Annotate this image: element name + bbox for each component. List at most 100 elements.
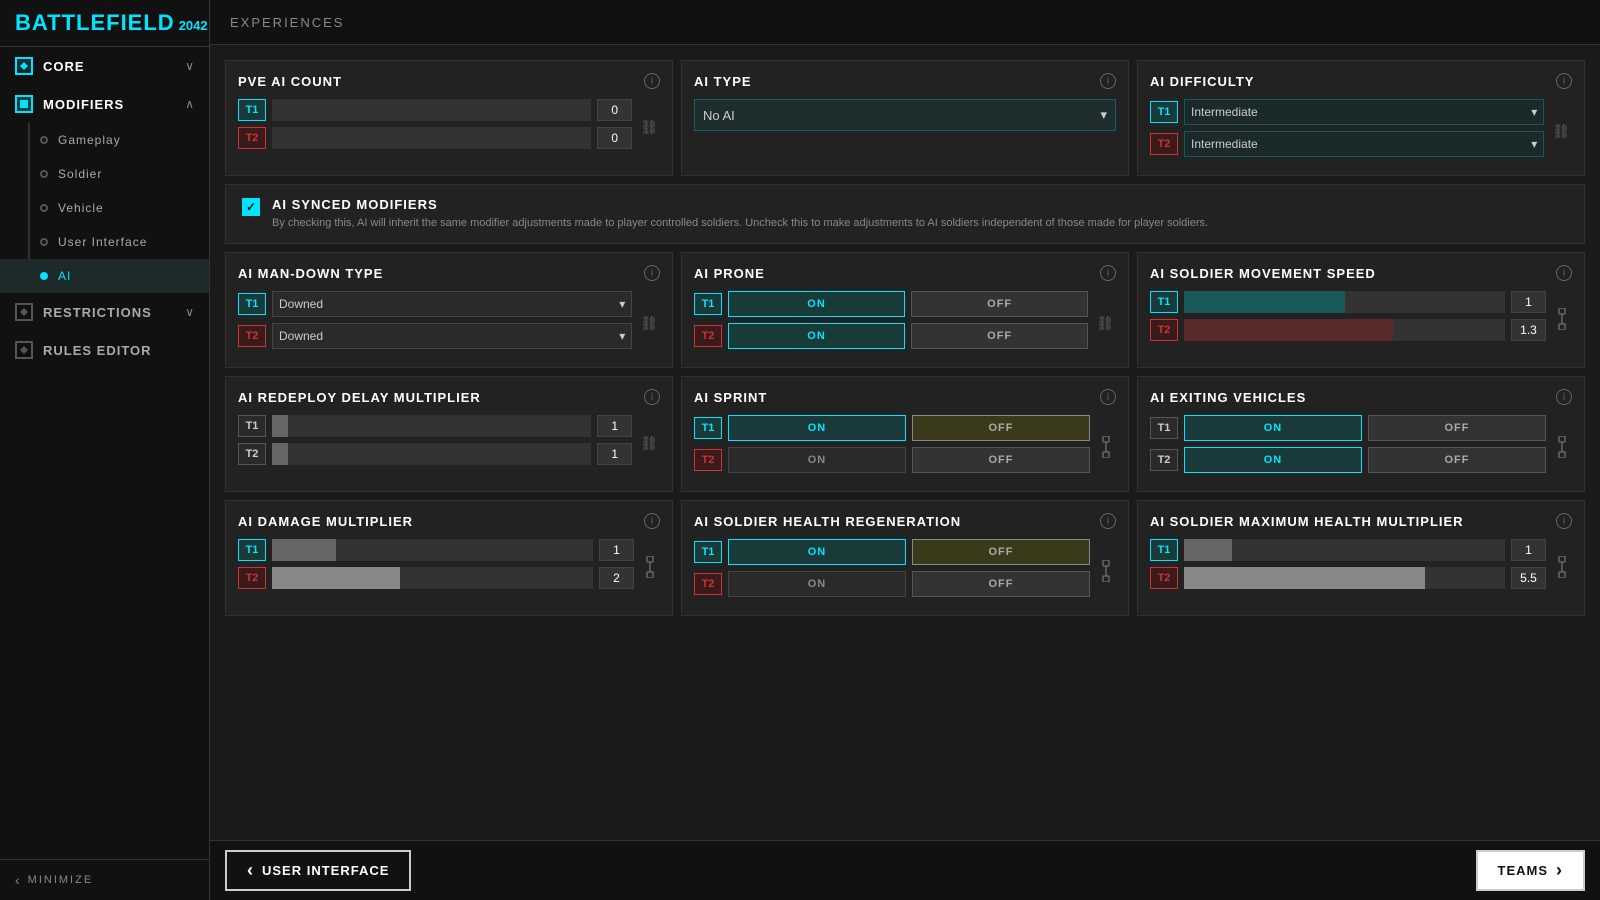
ai-man-t1-dropdown[interactable]: Downed ▾ (272, 291, 632, 317)
ai-diff-link-icon[interactable]: ⛓ (1550, 121, 1572, 142)
ai-damage-info-icon[interactable]: i (644, 513, 660, 529)
sidebar-item-restrictions[interactable]: RESTRICTIONS ∨ (0, 293, 209, 331)
ai-man-t1-row: T1 Downed ▾ (238, 291, 632, 317)
ai-damage-sliders: T1 1 T2 2 (238, 539, 634, 595)
pve-link-icon[interactable]: ⛓ (638, 117, 660, 138)
ai-movement-t1-slider[interactable] (1184, 291, 1505, 313)
ai-sprint-t1-badge: T1 (694, 417, 722, 439)
restrictions-icon (15, 303, 33, 321)
ai-type-dropdown-arrow: ▾ (1100, 107, 1107, 123)
pve-info-icon[interactable]: i (644, 73, 660, 89)
pve-t2-slider[interactable] (272, 127, 591, 149)
ai-exiting-info-icon[interactable]: i (1556, 389, 1572, 405)
next-arrow-icon: › (1556, 860, 1563, 881)
ai-man-down-selects: T1 Downed ▾ T2 Downed ▾ (238, 291, 632, 355)
ai-movement-t1-value[interactable]: 1 (1511, 291, 1546, 313)
sidebar-item-vehicle[interactable]: Vehicle (0, 191, 209, 225)
sidebar-item-core[interactable]: CORE ∨ (0, 47, 209, 85)
ai-movement-t1-fill (1184, 291, 1345, 313)
ai-max-health-t2-value[interactable]: 5.5 (1511, 567, 1546, 589)
ai-synced-desc: By checking this, AI will inherit the sa… (272, 216, 1208, 231)
ai-health-regen-t2-row: T2 ON OFF (694, 571, 1090, 597)
ai-prone-t1-on[interactable]: ON (728, 291, 905, 317)
prev-label: USER INTERFACE (262, 863, 389, 878)
pve-t2-value[interactable]: 0 (597, 127, 632, 149)
pve-sliders: T1 0 T2 0 (238, 99, 632, 155)
ai-redeploy-t1-value[interactable]: 1 (597, 415, 632, 437)
ai-damage-link-icon[interactable] (640, 554, 660, 580)
ai-exiting-t2-on[interactable]: ON (1184, 447, 1362, 473)
ai-sprint-t2-off[interactable]: OFF (912, 447, 1090, 473)
ai-max-health-t2-badge: T2 (1150, 567, 1178, 589)
ai-prone-link-icon[interactable]: ⛓ (1094, 313, 1116, 334)
pve-t1-value[interactable]: 0 (597, 99, 632, 121)
sidebar-item-soldier[interactable]: Soldier (0, 157, 209, 191)
ai-prone-t2-row: T2 ON OFF (694, 323, 1088, 349)
ai-sprint-info-icon[interactable]: i (1100, 389, 1116, 405)
ai-man-t2-badge: T2 (238, 325, 266, 347)
ai-diff-t1-dropdown[interactable]: Intermediate ▾ (1184, 99, 1544, 125)
ai-sprint-t1-on[interactable]: ON (728, 415, 906, 441)
ai-sprint-link-icon[interactable] (1096, 434, 1116, 460)
ai-redeploy-t1-slider[interactable] (272, 415, 591, 437)
ai-exiting-link-icon[interactable] (1552, 434, 1572, 460)
ai-man-down-info-icon[interactable]: i (644, 265, 660, 281)
diamond-icon (20, 62, 28, 70)
ai-diff-info-icon[interactable]: i (1556, 73, 1572, 89)
ai-movement-link-icon[interactable] (1552, 306, 1572, 332)
ai-max-health-t1-slider[interactable] (1184, 539, 1505, 561)
sidebar-item-ai[interactable]: AI (0, 259, 209, 293)
ai-max-health-info-icon[interactable]: i (1556, 513, 1572, 529)
ai-type-title: AI TYPE (694, 74, 752, 89)
ai-redeploy-info-icon[interactable]: i (644, 389, 660, 405)
ai-max-health-link-icon[interactable] (1552, 554, 1572, 580)
ai-max-health-t2-slider[interactable] (1184, 567, 1505, 589)
sidebar-item-modifiers[interactable]: MODIFIERS ∧ (0, 85, 209, 123)
next-button[interactable]: TEAMS › (1476, 850, 1586, 891)
pve-t1-slider[interactable] (272, 99, 591, 121)
ai-redeploy-t2-slider[interactable] (272, 443, 591, 465)
ai-prone-t2-on[interactable]: ON (728, 323, 905, 349)
ai-damage-t1-slider[interactable] (272, 539, 593, 561)
ai-damage-t2-value[interactable]: 2 (599, 567, 634, 589)
ai-prone-t2-off[interactable]: OFF (911, 323, 1088, 349)
ai-diff-t2-dropdown[interactable]: Intermediate ▾ (1184, 131, 1544, 157)
ai-movement-t2-value[interactable]: 1.3 (1511, 319, 1546, 341)
ai-health-regen-t1-off[interactable]: OFF (912, 539, 1090, 565)
ai-damage-t2-slider[interactable] (272, 567, 593, 589)
ai-health-regen-t2-off[interactable]: OFF (912, 571, 1090, 597)
ai-man-t2-dropdown[interactable]: Downed ▾ (272, 323, 632, 349)
ai-movement-t2-slider[interactable] (1184, 319, 1505, 341)
ai-sprint-t2-on[interactable]: ON (728, 447, 906, 473)
ai-synced-checkbox[interactable]: ✓ (242, 198, 260, 216)
ai-redeploy-t2-value[interactable]: 1 (597, 443, 632, 465)
ai-health-regen-t1-on[interactable]: ON (728, 539, 906, 565)
ai-diff-t1-value: Intermediate (1191, 105, 1258, 119)
ai-health-regen-link-icon[interactable] (1096, 558, 1116, 584)
ai-max-health-t2-fill (1184, 567, 1425, 589)
ai-health-regen-t2-on[interactable]: ON (728, 571, 906, 597)
ai-movement-info-icon[interactable]: i (1556, 265, 1572, 281)
sidebar-item-gameplay[interactable]: Gameplay (0, 123, 209, 157)
ai-max-health-t1-value[interactable]: 1 (1511, 539, 1546, 561)
sidebar-item-user-interface[interactable]: User Interface (0, 225, 209, 259)
ai-redeploy-link-icon[interactable]: ⛓ (638, 433, 660, 454)
ai-exiting-t1-on[interactable]: ON (1184, 415, 1362, 441)
ai-prone-t1-off[interactable]: OFF (911, 291, 1088, 317)
ai-man-down-rows: T1 Downed ▾ T2 Downed ▾ ⛓ (238, 291, 660, 355)
ai-type-dropdown[interactable]: No AI ▾ (694, 99, 1116, 131)
sidebar-item-rules-editor[interactable]: RULES EDITOR (0, 331, 209, 369)
ai-damage-t1-value[interactable]: 1 (599, 539, 634, 561)
ai-max-health-header: AI SOLDIER MAXIMUM HEALTH MULTIPLIER i (1150, 513, 1572, 529)
prev-button[interactable]: ‹ USER INTERFACE (225, 850, 411, 891)
ai-exiting-t2-off[interactable]: OFF (1368, 447, 1546, 473)
sidebar-ai-label: AI (58, 269, 194, 283)
ai-type-info-icon[interactable]: i (1100, 73, 1116, 89)
ai-exiting-t1-off[interactable]: OFF (1368, 415, 1546, 441)
ai-sprint-t1-off[interactable]: OFF (912, 415, 1090, 441)
ai-health-regen-info-icon[interactable]: i (1100, 513, 1116, 529)
ai-man-link-icon[interactable]: ⛓ (638, 313, 660, 334)
ai-prone-info-icon[interactable]: i (1100, 265, 1116, 281)
sidebar-modifiers-label: MODIFIERS (43, 97, 185, 112)
minimize-button[interactable]: ‹ MINIMIZE (0, 859, 209, 900)
